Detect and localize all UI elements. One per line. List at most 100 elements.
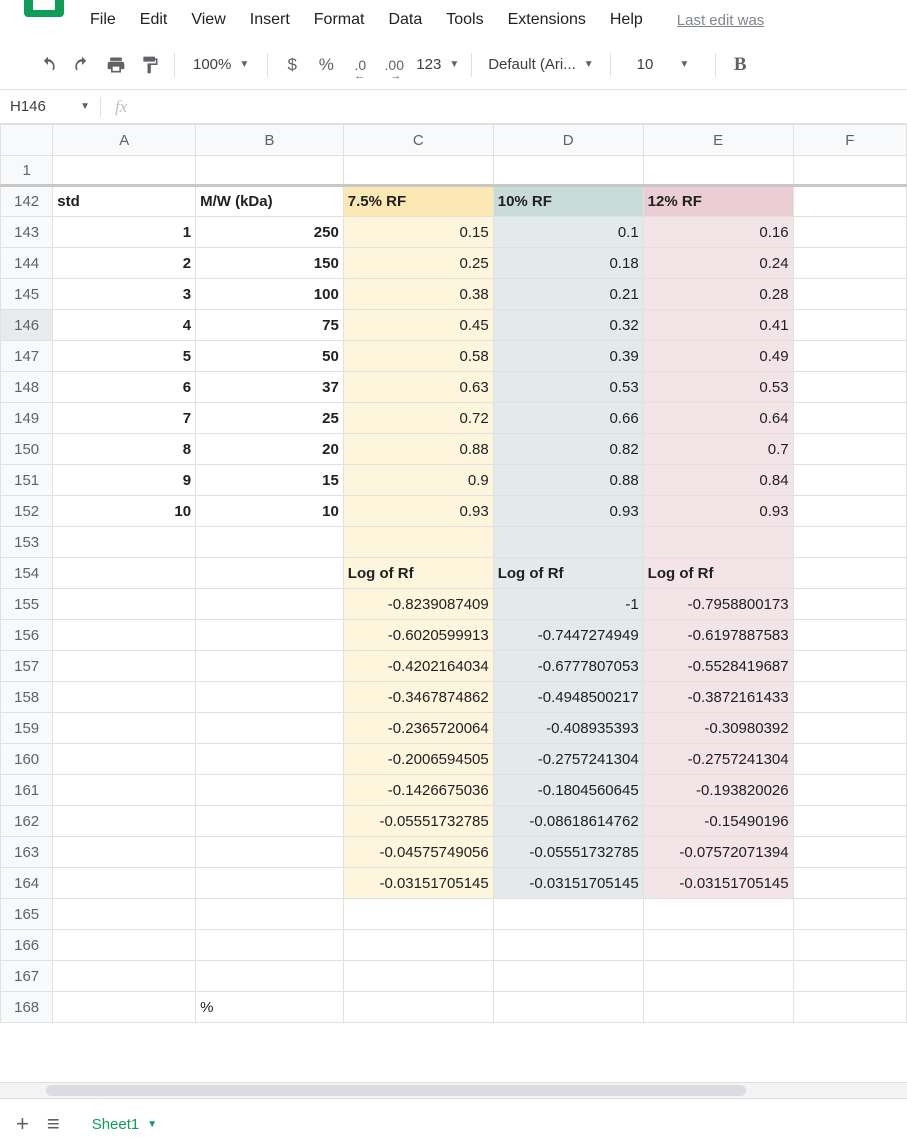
cell-C144[interactable]: 0.25 bbox=[343, 248, 493, 279]
cell-B163[interactable] bbox=[196, 837, 344, 868]
cell-C154[interactable]: Log of Rf bbox=[343, 558, 493, 589]
cell-F156[interactable] bbox=[793, 620, 906, 651]
cell-C153[interactable] bbox=[343, 527, 493, 558]
cell-A145[interactable]: 3 bbox=[53, 279, 196, 310]
row-header-143[interactable]: 143 bbox=[1, 217, 53, 248]
cell-D143[interactable]: 0.1 bbox=[493, 217, 643, 248]
menu-file[interactable]: File bbox=[80, 5, 126, 35]
cell-F160[interactable] bbox=[793, 744, 906, 775]
cell-B159[interactable] bbox=[196, 713, 344, 744]
cell-A154[interactable] bbox=[53, 558, 196, 589]
cell-C149[interactable]: 0.72 bbox=[343, 403, 493, 434]
cell-C151[interactable]: 0.9 bbox=[343, 465, 493, 496]
cell-C164[interactable]: -0.03151705145 bbox=[343, 868, 493, 899]
cell-E164[interactable]: -0.03151705145 bbox=[643, 868, 793, 899]
row-header-147[interactable]: 147 bbox=[1, 341, 53, 372]
cell-F146[interactable] bbox=[793, 310, 906, 341]
row-header-165[interactable]: 165 bbox=[1, 899, 53, 930]
cell-A1[interactable] bbox=[53, 156, 196, 186]
cell-D154[interactable]: Log of Rf bbox=[493, 558, 643, 589]
cell-B144[interactable]: 150 bbox=[196, 248, 344, 279]
cell-B158[interactable] bbox=[196, 682, 344, 713]
cell-F158[interactable] bbox=[793, 682, 906, 713]
cell-E1[interactable] bbox=[643, 156, 793, 186]
cell-F145[interactable] bbox=[793, 279, 906, 310]
row-header-167[interactable]: 167 bbox=[1, 961, 53, 992]
spreadsheet-grid[interactable]: A B C D E F 1 142stdM/W (kDa)7.5% RF10% … bbox=[0, 124, 907, 1082]
cell-A150[interactable]: 8 bbox=[53, 434, 196, 465]
cell-D153[interactable] bbox=[493, 527, 643, 558]
cell-F152[interactable] bbox=[793, 496, 906, 527]
cell-B148[interactable]: 37 bbox=[196, 372, 344, 403]
cell-F148[interactable] bbox=[793, 372, 906, 403]
cell-C156[interactable]: -0.6020599913 bbox=[343, 620, 493, 651]
cell-F167[interactable] bbox=[793, 961, 906, 992]
formula-input[interactable] bbox=[141, 90, 907, 123]
cell-A159[interactable] bbox=[53, 713, 196, 744]
cell-D149[interactable]: 0.66 bbox=[493, 403, 643, 434]
cell-E158[interactable]: -0.3872161433 bbox=[643, 682, 793, 713]
cell-E161[interactable]: -0.193820026 bbox=[643, 775, 793, 806]
cell-F154[interactable] bbox=[793, 558, 906, 589]
cell-D158[interactable]: -0.4948500217 bbox=[493, 682, 643, 713]
row-header-164[interactable]: 164 bbox=[1, 868, 53, 899]
cell-E145[interactable]: 0.28 bbox=[643, 279, 793, 310]
cell-D168[interactable] bbox=[493, 992, 643, 1023]
cell-B146[interactable]: 75 bbox=[196, 310, 344, 341]
cell-C143[interactable]: 0.15 bbox=[343, 217, 493, 248]
cell-F147[interactable] bbox=[793, 341, 906, 372]
row-header-148[interactable]: 148 bbox=[1, 372, 53, 403]
cell-D162[interactable]: -0.08618614762 bbox=[493, 806, 643, 837]
cell-C1[interactable] bbox=[343, 156, 493, 186]
cell-D159[interactable]: -0.408935393 bbox=[493, 713, 643, 744]
font-size-select[interactable]: 10▼ bbox=[619, 56, 708, 73]
cell-D144[interactable]: 0.18 bbox=[493, 248, 643, 279]
cell-A147[interactable]: 5 bbox=[53, 341, 196, 372]
cell-A166[interactable] bbox=[53, 930, 196, 961]
menu-data[interactable]: Data bbox=[378, 5, 432, 35]
col-header-E[interactable]: E bbox=[643, 125, 793, 156]
cell-B168[interactable]: % bbox=[196, 992, 344, 1023]
cell-A142[interactable]: std bbox=[53, 186, 196, 217]
cell-B156[interactable] bbox=[196, 620, 344, 651]
row-header-151[interactable]: 151 bbox=[1, 465, 53, 496]
redo-button[interactable] bbox=[66, 49, 98, 81]
horizontal-scrollbar[interactable] bbox=[0, 1082, 907, 1098]
all-sheets-button[interactable]: ≡ bbox=[47, 1111, 60, 1137]
menu-edit[interactable]: Edit bbox=[130, 5, 178, 35]
cell-D160[interactable]: -0.2757241304 bbox=[493, 744, 643, 775]
currency-button[interactable]: $ bbox=[276, 49, 308, 81]
cell-B167[interactable] bbox=[196, 961, 344, 992]
add-sheet-button[interactable]: + bbox=[16, 1111, 29, 1137]
row-header-158[interactable]: 158 bbox=[1, 682, 53, 713]
name-box[interactable]: H146▼ bbox=[0, 98, 100, 115]
cell-D152[interactable]: 0.93 bbox=[493, 496, 643, 527]
cell-D156[interactable]: -0.7447274949 bbox=[493, 620, 643, 651]
row-header-144[interactable]: 144 bbox=[1, 248, 53, 279]
row-header-150[interactable]: 150 bbox=[1, 434, 53, 465]
cell-A160[interactable] bbox=[53, 744, 196, 775]
col-header-F[interactable]: F bbox=[793, 125, 906, 156]
cell-C157[interactable]: -0.4202164034 bbox=[343, 651, 493, 682]
decrease-decimal-button[interactable]: .0← bbox=[344, 49, 376, 81]
cell-A164[interactable] bbox=[53, 868, 196, 899]
bold-button[interactable]: B bbox=[724, 49, 756, 81]
cell-F165[interactable] bbox=[793, 899, 906, 930]
cell-D148[interactable]: 0.53 bbox=[493, 372, 643, 403]
row-header-156[interactable]: 156 bbox=[1, 620, 53, 651]
cell-A163[interactable] bbox=[53, 837, 196, 868]
cell-E166[interactable] bbox=[643, 930, 793, 961]
menu-extensions[interactable]: Extensions bbox=[498, 5, 596, 35]
cell-A146[interactable]: 4 bbox=[53, 310, 196, 341]
cell-C148[interactable]: 0.63 bbox=[343, 372, 493, 403]
cell-C158[interactable]: -0.3467874862 bbox=[343, 682, 493, 713]
cell-C150[interactable]: 0.88 bbox=[343, 434, 493, 465]
select-all-corner[interactable] bbox=[1, 125, 53, 156]
cell-C146[interactable]: 0.45 bbox=[343, 310, 493, 341]
col-header-B[interactable]: B bbox=[196, 125, 344, 156]
cell-D145[interactable]: 0.21 bbox=[493, 279, 643, 310]
cell-A157[interactable] bbox=[53, 651, 196, 682]
cell-C162[interactable]: -0.05551732785 bbox=[343, 806, 493, 837]
row-header-152[interactable]: 152 bbox=[1, 496, 53, 527]
cell-C168[interactable] bbox=[343, 992, 493, 1023]
